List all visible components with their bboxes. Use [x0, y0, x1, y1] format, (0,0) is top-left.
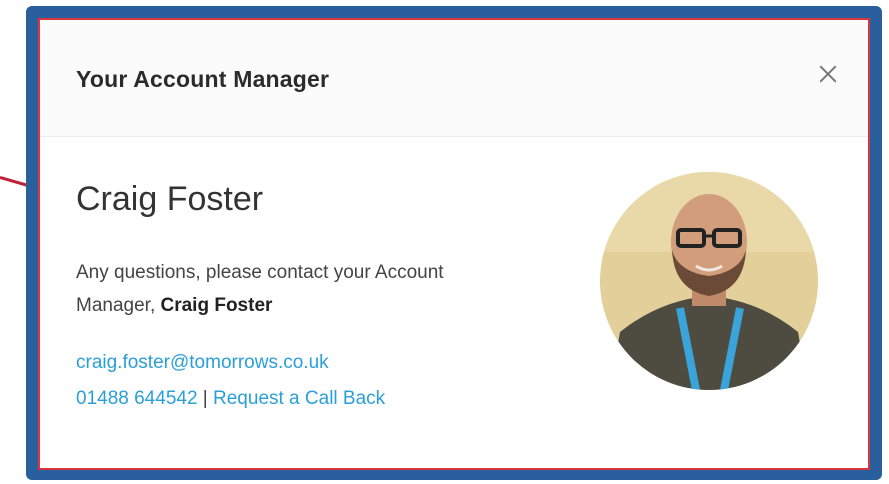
phone-link[interactable]: 01488 644542	[76, 388, 198, 409]
contact-message: Any questions, please contact your Accou…	[76, 256, 516, 322]
request-call-back-link[interactable]: Request a Call Back	[213, 388, 385, 409]
avatar	[600, 172, 818, 390]
manager-name: Craig Foster	[76, 180, 264, 218]
account-manager-dialog: Your Account Manager Craig Foster Any qu…	[38, 18, 870, 470]
close-icon[interactable]	[814, 60, 842, 88]
email-link[interactable]: craig.foster@tomorrows.co.uk	[76, 352, 329, 374]
avatar-photo	[600, 172, 818, 390]
highlight-frame: Your Account Manager Craig Foster Any qu…	[26, 6, 882, 480]
dialog-title: Your Account Manager	[76, 66, 330, 92]
contact-message-name: Craig Foster	[160, 295, 273, 316]
dialog-header: Your Account Manager	[40, 20, 868, 137]
separator: |	[202, 388, 208, 409]
phone-callback-row: 01488 644542 | Request a Call Back	[76, 388, 385, 410]
